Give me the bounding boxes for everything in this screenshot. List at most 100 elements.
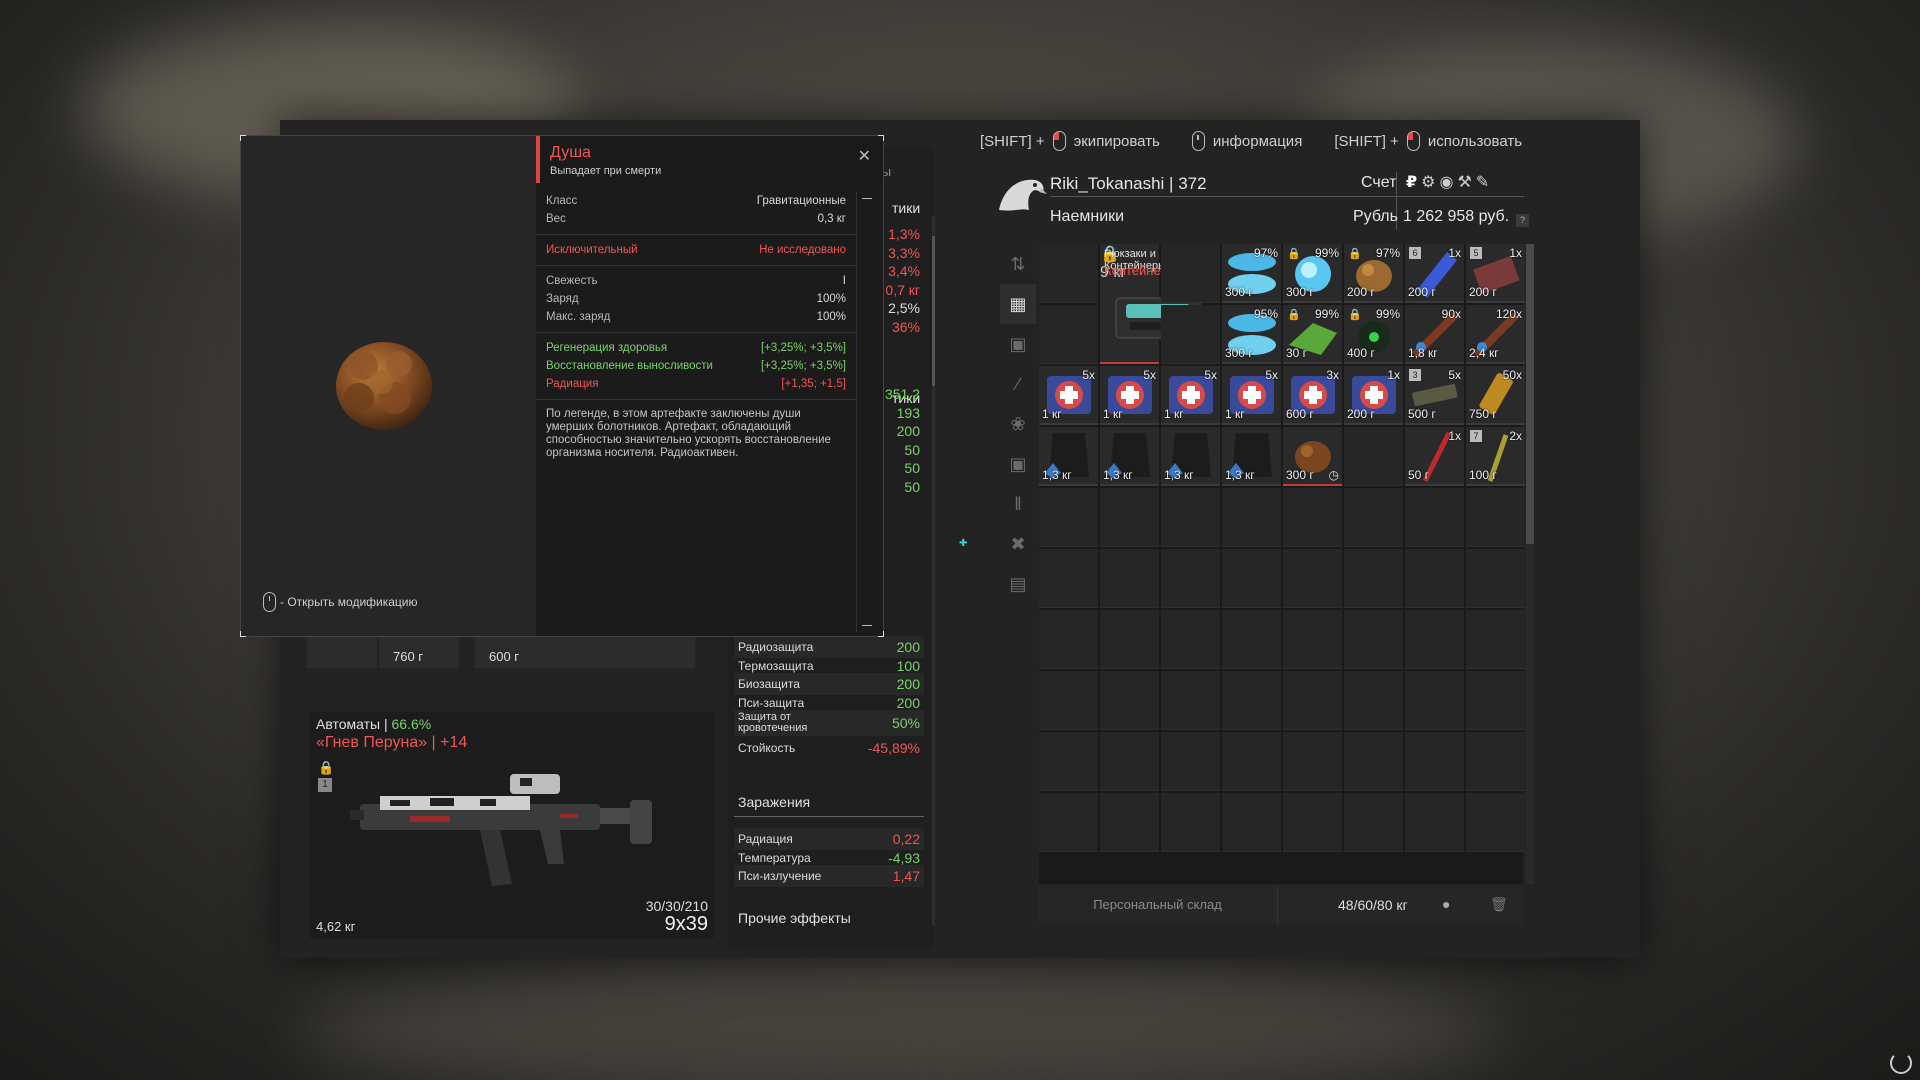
inventory-slot-empty[interactable] [1161,732,1220,791]
inventory-item-shell[interactable]: 50x 750 г [1466,366,1525,425]
weapon-icon[interactable]: ∕ [1000,364,1036,404]
inventory-item-medkit[interactable]: 5x 1 кг [1039,366,1098,425]
inventory-slot-empty[interactable] [1283,549,1342,608]
inventory-slot-empty[interactable] [1405,671,1464,730]
inventory-slot-empty[interactable] [1039,549,1098,608]
misc-icon[interactable]: ▤ [1000,564,1036,604]
inventory-slot-empty[interactable] [1344,549,1403,608]
inventory-slot-empty[interactable] [1344,427,1403,486]
armor-icon[interactable]: ▣ [1000,324,1036,364]
inventory-slot-empty[interactable] [1222,549,1281,608]
gear-icon[interactable]: ⚙ [1421,172,1435,192]
inventory-item-ice[interactable]: 97% 300 г [1222,244,1281,303]
inventory-item-brown[interactable]: 🔒 97% 200 г [1344,244,1403,303]
inventory-slot-empty[interactable] [1283,671,1342,730]
inventory-item-ammo[interactable]: 120x 2,4 кг [1466,305,1525,364]
inventory-slot-empty[interactable] [1222,488,1281,547]
inventory-slot-empty[interactable] [1405,610,1464,669]
inventory-slot-empty[interactable] [1222,793,1281,852]
inventory-slot-empty[interactable] [1344,488,1403,547]
inventory-slot-empty[interactable] [1466,610,1525,669]
inventory-item-book[interactable]: 5 1x 200 г [1466,244,1525,303]
inventory-slot-empty[interactable] [1100,671,1159,730]
tooltip-scrollbar[interactable] [856,192,874,632]
inventory-slot-empty[interactable] [1466,732,1525,791]
open-modification-hint[interactable]: - Открыть модификацию [263,592,418,612]
inventory-item-ammo[interactable]: 90x 1,8 кг [1405,305,1464,364]
inventory-item-plate[interactable]: 1,3 кг [1222,427,1281,486]
inventory-slot-empty[interactable] [1161,549,1220,608]
inventory-slot-empty[interactable] [1405,793,1464,852]
inventory-slot-empty[interactable] [1100,610,1159,669]
inventory-slot-empty[interactable] [1161,793,1220,852]
inventory-item-plate[interactable]: 1,3 кг [1039,427,1098,486]
tools-icon[interactable]: ✖ [1000,524,1036,564]
inventory-slot-empty[interactable] [1161,671,1220,730]
inventory-slot-empty[interactable] [1466,488,1525,547]
inventory-item-green[interactable]: 🔒 99% 30 г [1283,305,1342,364]
camera-icon[interactable]: ▣ [1000,444,1036,484]
inventory-slot-empty[interactable] [1100,732,1159,791]
coin-icon[interactable]: ◉ [1439,172,1453,192]
inventory-slot-empty[interactable] [1100,793,1159,852]
inventory-item-medkit[interactable]: 1x 200 г [1344,366,1403,425]
inventory-slot-empty[interactable] [1039,244,1098,303]
inventory-slot-empty[interactable] [1466,549,1525,608]
inventory-item-medkit[interactable]: 5x 1 кг [1161,366,1220,425]
inventory-slot-empty[interactable] [1283,732,1342,791]
inventory-slot-empty[interactable] [1222,732,1281,791]
inventory-item-dark[interactable]: 🔒 99% 400 г [1344,305,1403,364]
inventory-slot-empty[interactable] [1405,549,1464,608]
inventory-item-stickyellow[interactable]: 7 2x 100 г [1466,427,1525,486]
inventory-item-bluecrystal[interactable]: 6 1x 200 г [1405,244,1464,303]
inventory-slot-empty[interactable] [1283,488,1342,547]
inventory-slot-empty[interactable] [1039,793,1098,852]
grid-icon[interactable]: ▦ [1000,284,1036,324]
inventory-slot-empty[interactable] [1039,671,1098,730]
inventory-slot-empty[interactable] [1039,732,1098,791]
personal-storage-button[interactable]: Персональный склад [1038,886,1278,924]
inventory-slot-empty[interactable] [1283,610,1342,669]
inventory-slot-empty[interactable] [1344,610,1403,669]
inventory-slot-empty[interactable] [1283,793,1342,852]
inventory-slot-empty[interactable] [1222,671,1281,730]
tools-icon[interactable]: ⚒ [1457,172,1471,192]
sort-icon[interactable]: ⇅ [1000,244,1036,284]
inventory-slot-empty[interactable] [1161,488,1220,547]
inventory-item-orb[interactable]: 🔒 99% 300 г [1283,244,1342,303]
inventory-slot-empty[interactable] [1344,671,1403,730]
inventory-item-medkit[interactable]: 5x 1 кг [1100,366,1159,425]
ruble-icon[interactable]: ₽ [1406,172,1417,192]
inventory-slot-empty[interactable] [1466,793,1525,852]
inventory-item-soul[interactable]: 300 г ◷ [1283,427,1342,486]
ammo-icon[interactable]: ‖ [1000,484,1036,524]
inventory-item-plate[interactable]: 1,3 кг [1161,427,1220,486]
inventory-slot-empty[interactable] [1344,732,1403,791]
inventory-item-bar[interactable]: 3 5x 500 г [1405,366,1464,425]
document-icon[interactable]: ✎ [1476,172,1489,192]
inventory-item-container[interactable]: Рюкзаки и Контейнеры Контейнер «Улей» 🔒 9 к… [1100,244,1215,364]
close-icon[interactable]: ✕ [858,146,871,166]
inventory-item-medkit[interactable]: 5x 1 кг [1222,366,1281,425]
inventory-slot-empty[interactable] [1161,244,1220,303]
inventory-slot-empty[interactable] [1039,610,1098,669]
item-preview[interactable]: - Открыть модификацию [241,136,536,636]
inventory-slot-empty[interactable] [1100,549,1159,608]
inventory-slot-empty[interactable] [1039,305,1098,364]
inventory-slot-empty[interactable] [1039,488,1098,547]
artifact-icon[interactable]: ❀ [1000,404,1036,444]
inventory-slot-empty[interactable] [1161,305,1220,364]
inventory-item-ice[interactable]: 95% 300 г [1222,305,1281,364]
inventory-slot-empty[interactable] [1161,610,1220,669]
inventory-item-stick[interactable]: 1x 50 г [1405,427,1464,486]
inventory-slot-empty[interactable] [1100,488,1159,547]
balance-info-button[interactable]: ? [1516,214,1529,227]
inventory-slot-empty[interactable] [1344,793,1403,852]
inventory-slot-empty[interactable] [1405,488,1464,547]
stats-scrollbar[interactable] [932,216,935,926]
inventory-item-medkit[interactable]: 3x 600 г [1283,366,1342,425]
inventory-slot-empty[interactable] [1405,732,1464,791]
trash-icon[interactable]: 🗑 [1490,896,1508,913]
refresh-icon[interactable] [1890,1052,1912,1074]
inventory-item-plate[interactable]: 1,3 кг [1100,427,1159,486]
